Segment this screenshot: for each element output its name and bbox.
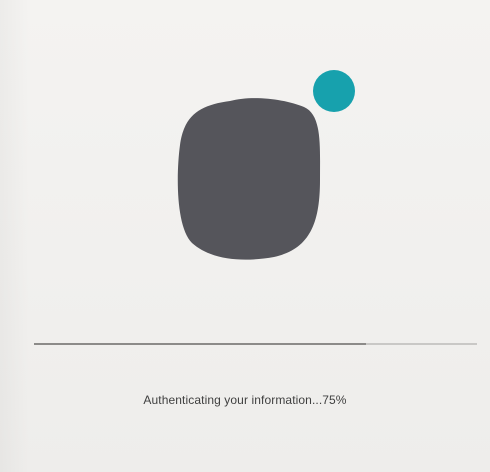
progress-bar bbox=[34, 343, 477, 345]
app-logo-graphic bbox=[177, 70, 355, 260]
loading-screen: Authenticating your information...75% bbox=[0, 0, 490, 472]
app-logo bbox=[170, 65, 370, 270]
teal-dot-icon bbox=[313, 70, 355, 112]
authentication-status-text: Authenticating your information...75% bbox=[143, 393, 347, 407]
rounded-blob-icon bbox=[177, 98, 321, 260]
progress-bar-fill bbox=[34, 343, 367, 345]
